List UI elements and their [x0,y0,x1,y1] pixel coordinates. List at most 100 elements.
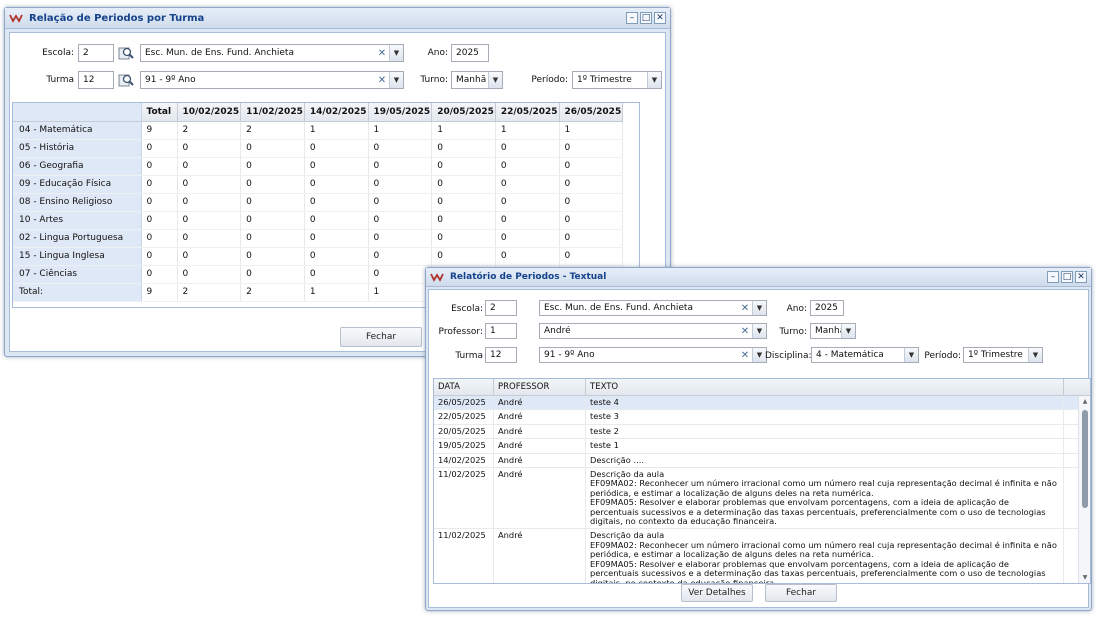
clear-icon[interactable]: ✕ [375,48,389,59]
column-header[interactable]: 10/02/2025 [177,103,242,122]
periodo-combo[interactable]: 1º Trimestre ▼ [963,347,1043,363]
clear-icon[interactable]: ✕ [738,326,752,337]
table-cell: 2 [240,283,305,302]
list-item[interactable]: 20/05/2025 André teste 2 [434,424,1090,440]
chevron-down-icon[interactable]: ▼ [389,72,403,88]
chevron-down-icon[interactable]: ▼ [904,348,918,362]
chevron-down-icon[interactable]: ▼ [647,72,661,88]
maximize-button[interactable]: □ [1061,271,1073,283]
table-cell: 0 [368,193,433,212]
close-window-button[interactable]: ✕ [1075,271,1087,283]
cell-professor: André [494,453,586,468]
chevron-down-icon[interactable]: ▼ [752,324,766,338]
professor-code-input[interactable]: 1 [485,323,517,339]
chevron-down-icon[interactable]: ▼ [752,348,766,362]
table-cell: 0 [559,211,624,230]
ano-input[interactable]: 2025 [810,300,844,316]
table-cell: 0 [240,157,305,176]
table-cell: 0 [141,229,178,248]
window-titlebar[interactable]: Relatório de Periodos - Textual – □ ✕ [426,268,1091,287]
close-window-button[interactable]: ✕ [654,12,666,24]
window-titlebar[interactable]: Relação de Periodos por Turma – □ ✕ [5,8,670,29]
turma-combo[interactable]: 91 - 9º Ano ✕ ▼ [539,347,767,363]
column-header[interactable]: 14/02/2025 [304,103,369,122]
window-relatorio-textual: Relatório de Periodos - Textual – □ ✕ Es… [425,267,1092,611]
column-header-texto[interactable]: TEXTO [586,379,1064,395]
table-row[interactable]: 10 - Artes 0 0 0 0 0 0 0 0 [13,211,624,230]
grid-header: DATA PROFESSOR TEXTO [434,379,1090,396]
table-row[interactable]: 02 - Lingua Portuguesa 0 0 0 0 0 0 0 0 [13,229,624,248]
list-item[interactable]: 19/05/2025 André teste 1 [434,439,1090,454]
chevron-down-icon[interactable]: ▼ [389,45,403,61]
turma-code-input[interactable]: 12 [485,347,517,363]
scroll-down-icon[interactable]: ▼ [1079,574,1090,581]
table-cell: 0 [495,157,560,176]
turma-code-input[interactable]: 12 [78,71,114,89]
table-cell: 0 [141,193,178,212]
list-item[interactable]: 11/02/2025 André Descrição da aula EF09MA0… [434,529,1090,583]
table-row[interactable]: 15 - Lingua Inglesa 0 0 0 0 0 0 0 0 [13,247,624,266]
list-item[interactable]: 22/05/2025 André teste 3 [434,410,1090,425]
chevron-down-icon[interactable]: ▼ [488,72,502,88]
ano-input[interactable]: 2025 [451,44,489,62]
ano-label: Ano: [427,48,448,58]
column-header[interactable]: 26/05/2025 [559,103,624,122]
column-header[interactable]: 19/05/2025 [368,103,433,122]
table-cell: 0 [559,193,624,212]
turma-combo[interactable]: 91 - 9º Ano ✕ ▼ [140,71,404,89]
cell-data: 11/02/2025 [434,468,494,529]
table-row[interactable]: 06 - Geografia 0 0 0 0 0 0 0 0 [13,157,624,176]
escola-combo[interactable]: Esc. Mun. de Ens. Fund. Anchieta ✕ ▼ [140,44,404,62]
column-header-data[interactable]: DATA [434,379,494,395]
turma-search-icon[interactable] [118,72,134,88]
column-header[interactable]: Total [141,103,178,122]
clear-icon[interactable]: ✕ [738,303,752,314]
scroll-up-icon[interactable]: ▲ [1079,398,1090,405]
list-item[interactable]: 26/05/2025 André teste 4 [434,396,1090,411]
row-label: 09 - Educação Física [13,175,142,194]
escola-combo[interactable]: Esc. Mun. de Ens. Fund. Anchieta ✕ ▼ [539,300,767,316]
column-header[interactable]: 22/05/2025 [495,103,560,122]
list-item[interactable]: 14/02/2025 André Descrição .... [434,453,1090,469]
table-row[interactable]: 05 - História 0 0 0 0 0 0 0 0 [13,139,624,158]
chevron-down-icon[interactable]: ▼ [841,324,855,338]
column-header[interactable]: 11/02/2025 [240,103,305,122]
ver-detalhes-button[interactable]: Ver Detalhes [681,584,753,602]
clear-icon[interactable]: ✕ [375,75,389,86]
minimize-button[interactable]: – [626,12,638,24]
turno-label: Turno: [420,75,448,85]
clear-icon[interactable]: ✕ [738,350,752,361]
periodo-combo[interactable]: 1º Trimestre ▼ [572,71,662,89]
turno-combo[interactable]: Manhã ▼ [451,71,503,89]
chevron-down-icon[interactable]: ▼ [752,301,766,315]
maximize-button[interactable]: □ [640,12,652,24]
table-cell: 0 [495,211,560,230]
chevron-down-icon[interactable]: ▼ [1028,348,1042,362]
table-row[interactable]: 04 - Matemática 9 2 2 1 1 1 1 1 [13,121,624,140]
escola-search-icon[interactable] [118,45,134,61]
escola-code-input[interactable]: 2 [78,44,114,62]
professor-combo[interactable]: André ✕ ▼ [539,323,767,339]
periodo-value: 1º Trimestre [577,75,632,85]
column-header[interactable]: 20/05/2025 [431,103,496,122]
turma-name-value: 91 - 9º Ano [145,75,196,85]
table-cell: 0 [368,175,433,194]
table-row[interactable]: 08 - Ensino Religioso 0 0 0 0 0 0 0 0 [13,193,624,212]
table-cell: 0 [240,211,305,230]
minimize-button[interactable]: – [1047,271,1059,283]
table-cell: 0 [240,247,305,266]
turno-value: Manhã [456,75,487,85]
periodo-label: Período: [531,75,568,85]
escola-code-input[interactable]: 2 [485,300,517,316]
disciplina-combo[interactable]: 4 - Matemática ▼ [811,347,919,363]
fechar-button[interactable]: Fechar [340,327,422,347]
table-row[interactable]: 09 - Educação Física 0 0 0 0 0 0 0 0 [13,175,624,194]
fechar-button[interactable]: Fechar [765,584,837,602]
table-cell: 0 [141,157,178,176]
grid-scrollbar[interactable]: ▲ ▼ [1078,396,1090,583]
list-item[interactable]: 11/02/2025 André Descrição da aula EF09MA0… [434,468,1090,530]
scroll-thumb[interactable] [1082,410,1088,508]
column-header-professor[interactable]: PROFESSOR [494,379,586,395]
turno-combo[interactable]: Manhã ▼ [810,323,856,339]
table-cell: 0 [304,175,369,194]
